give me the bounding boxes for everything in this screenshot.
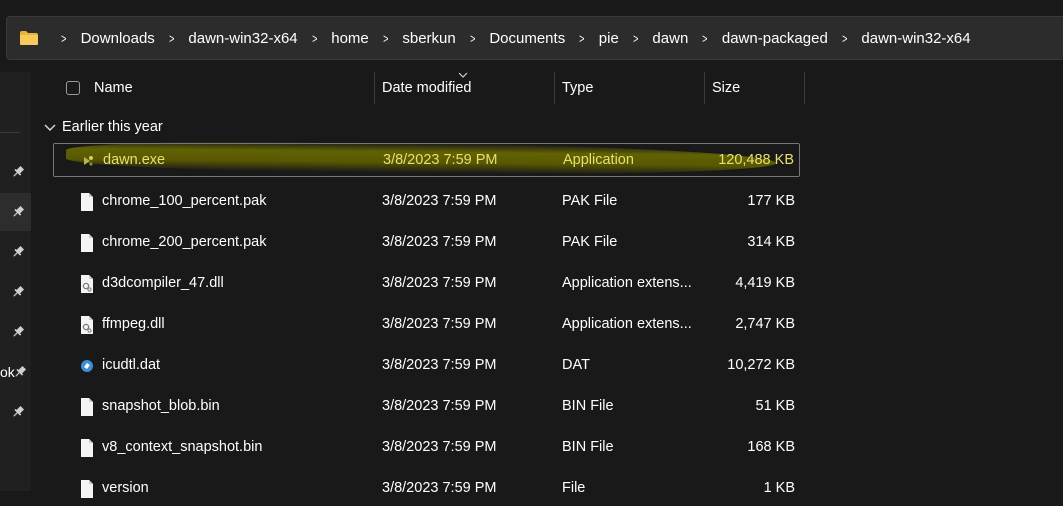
file-name: chrome_100_percent.pak [102,193,267,209]
file-name: snapshot_blob.bin [102,398,220,414]
file-name: chrome_200_percent.pak [102,234,267,250]
file-type: BIN File [562,398,614,414]
breadcrumb-chevron-icon[interactable]: > [579,31,584,46]
breadcrumb-item[interactable]: Downloads [81,30,155,47]
folder-icon [20,31,38,45]
dat-icon [81,360,93,372]
column-type[interactable]: Type [562,80,593,96]
file-icon [81,193,93,211]
file-name: d3dcompiler_47.dll [102,275,224,291]
file-size: 314 KB [747,234,795,250]
breadcrumb-chevron-icon[interactable]: > [633,31,638,46]
breadcrumb-chevron-icon[interactable]: > [169,31,174,46]
column-divider[interactable] [804,72,805,104]
breadcrumb-chevron-icon[interactable]: > [383,31,388,46]
breadcrumb-item[interactable]: dawn-win32-x64 [188,30,297,47]
pin-icon[interactable] [11,285,25,299]
file-type: Application [563,152,634,168]
breadcrumb-item[interactable]: sberkun [402,30,455,47]
nav-divider [0,132,20,133]
breadcrumb-chevron-icon[interactable]: > [470,31,475,46]
file-icon [81,480,93,498]
file-row[interactable]: chrome_100_percent.pak 3/8/2023 7:59 PM PA… [53,185,800,219]
breadcrumb-chevron-icon[interactable]: > [702,31,707,46]
column-header: Name Date modified Type Size [40,72,810,106]
pin-icon[interactable] [11,245,25,259]
dll-icon [81,316,93,334]
pin-icon[interactable] [11,205,25,219]
column-size[interactable]: Size [712,80,740,96]
breadcrumb-chevron-icon[interactable]: > [312,31,317,46]
file-row[interactable]: v8_context_snapshot.bin 3/8/2023 7:59 PM B… [53,431,800,465]
file-size: 10,272 KB [727,357,795,373]
file-date-modified: 3/8/2023 7:59 PM [382,234,497,250]
file-row[interactable]: snapshot_blob.bin 3/8/2023 7:59 PM BIN Fil… [53,390,800,424]
navigation-pane [0,72,31,491]
group-header[interactable]: Earlier this year [44,117,163,137]
breadcrumb-item[interactable]: dawn [652,30,688,47]
file-type: DAT [562,357,590,373]
breadcrumb-chevron-icon[interactable]: > [842,31,847,46]
breadcrumb: > Downloads > dawn-win32-x64 > home > sberkun > D… [47,17,970,59]
file-date-modified: 3/8/2023 7:59 PM [382,439,497,455]
file-size: 4,419 KB [735,275,795,291]
breadcrumb-chevron-icon[interactable]: > [61,31,66,46]
file-icon [81,439,93,457]
file-name: dawn.exe [103,152,166,168]
file-type: BIN File [562,439,614,455]
file-name: ffmpeg.dll [102,316,165,332]
dll-icon [81,275,93,293]
file-row[interactable]: d3dcompiler_47.dll 3/8/2023 7:59 PM Applic… [53,267,800,301]
pin-icon[interactable] [11,405,25,419]
pin-icon[interactable] [13,365,27,379]
file-row[interactable]: icudtl.dat 3/8/2023 7:59 PM DAT 10,272 KB [53,349,800,383]
breadcrumb-item[interactable]: pie [599,30,619,47]
file-name: icudtl.dat [102,357,161,373]
group-label: Earlier this year [62,119,163,135]
breadcrumb-item[interactable]: dawn-win32-x64 [861,30,970,47]
column-divider[interactable] [554,72,555,104]
file-type: PAK File [562,234,618,250]
file-row[interactable]: ffmpeg.dll 3/8/2023 7:59 PM Application ex… [53,308,800,342]
file-size: 2,747 KB [735,316,795,332]
column-name[interactable]: Name [94,80,133,96]
file-date-modified: 3/8/2023 7:59 PM [382,275,497,291]
file-row[interactable]: dawn.exe 3/8/2023 7:59 PM Application 120,4… [53,143,800,177]
file-row[interactable]: version 3/8/2023 7:59 PM File 1 KB [53,472,800,506]
pin-icon[interactable] [11,165,25,179]
nav-item-label-partial[interactable]: ok [0,364,15,380]
file-icon [81,398,93,416]
pin-icon[interactable] [11,325,25,339]
file-size: 168 KB [747,439,795,455]
file-date-modified: 3/8/2023 7:59 PM [383,152,498,168]
file-name: v8_context_snapshot.bin [102,439,263,455]
file-type: Application extens... [562,316,692,332]
address-bar[interactable]: > Downloads > dawn-win32-x64 > home > sberkun > D… [6,16,1063,60]
file-type: PAK File [562,193,618,209]
file-icon [81,234,93,252]
file-date-modified: 3/8/2023 7:59 PM [382,193,497,209]
sort-chevron-icon [458,72,468,78]
file-size: 177 KB [747,193,795,209]
app-exe-icon [84,156,93,166]
file-type: File [562,480,586,496]
file-date-modified: 3/8/2023 7:59 PM [382,357,497,373]
file-date-modified: 3/8/2023 7:59 PM [382,480,497,496]
file-date-modified: 3/8/2023 7:59 PM [382,316,497,332]
chevron-down-icon [44,124,56,131]
file-type: Application extens... [562,275,692,291]
file-date-modified: 3/8/2023 7:59 PM [382,398,497,414]
file-row[interactable]: chrome_200_percent.pak 3/8/2023 7:59 PM PA… [53,226,800,260]
breadcrumb-item[interactable]: home [331,30,369,47]
breadcrumb-item[interactable]: dawn-packaged [722,30,828,47]
column-date-modified[interactable]: Date modified [382,80,471,96]
select-all-checkbox[interactable] [66,81,80,95]
file-size: 1 KB [763,480,795,496]
file-size: 51 KB [755,398,796,414]
breadcrumb-item[interactable]: Documents [489,30,565,47]
column-divider[interactable] [374,72,375,104]
column-divider[interactable] [704,72,705,104]
file-size: 120,488 KB [718,152,794,168]
file-name: version [102,480,149,496]
